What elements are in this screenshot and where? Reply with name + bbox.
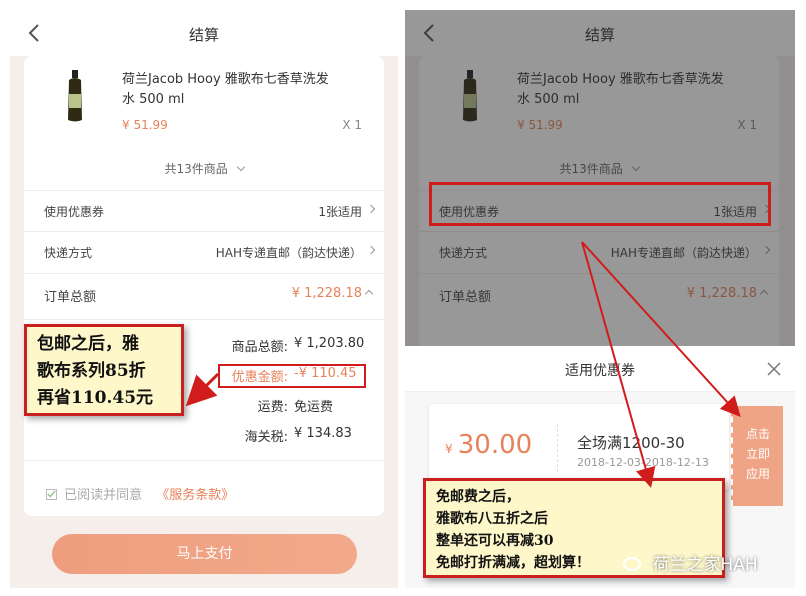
apply-coupon-button[interactable]: 点击 立即 应用 [731,406,783,506]
sheet-header: 适用优惠券 [405,346,795,392]
checkout-screen-right: 结算 荷兰Jacob Hooy 雅歌布七香草洗发水 500 ml ¥ 51.99… [405,10,795,588]
header-bar: 结算 [10,10,398,56]
coupon-amount: ¥ 30.00 [445,430,533,460]
items-summary-toggle[interactable]: 共13件商品 [24,160,384,177]
terms-link[interactable]: 《服务条款》 [156,488,234,503]
checkout-screen-left: 结算 荷兰Jacob Hooy 雅歌布七香草洗发水 500 ml ¥ 51.99… [10,10,398,588]
page-title: 结算 [188,26,219,44]
discount-highlight-box [218,364,366,388]
chevron-right-icon [366,204,376,214]
product-price: ¥ 51.99 [122,118,168,132]
product-image [64,70,86,122]
subtotal-value: ¥ 1,203.80 [294,336,365,351]
chevron-up-icon [364,289,374,299]
checkmark-icon [47,490,56,498]
product-name[interactable]: 荷兰Jacob Hooy 雅歌布七香草洗发水 500 ml [122,70,329,110]
chevron-down-icon [236,162,245,172]
customs-tax-value: ¥ 134.83 [294,426,352,441]
coupon-date-range: 2018-12-03-2018-12-13 [577,456,709,469]
coupon-name: 全场满1200-30 [577,434,685,452]
coupon-row[interactable]: 使用优惠券 1张适用 [24,190,384,230]
pay-now-button[interactable]: 马上支付 [52,534,357,574]
order-card: 荷兰Jacob Hooy 雅歌布七香草洗发水 500 ml ¥ 51.99 X … [24,56,384,516]
product-quantity: X 1 [342,118,362,132]
close-icon[interactable] [767,362,781,376]
sheet-title: 适用优惠券 [565,363,635,379]
terms-agreement: 已阅读并同意 《服务条款》 [46,484,234,503]
customs-tax-label: 海关税: [244,430,288,445]
order-total-value: ¥ 1,228.18 [291,286,362,301]
order-total-row[interactable]: 订单总额 ¥ 1,228.18 [24,273,384,319]
checkbox[interactable] [46,489,57,500]
shipping-value: HAH专递直邮（韵达快递） [215,246,362,260]
modal-overlay[interactable] [405,10,795,346]
shipping-fee-value: 免运费 [294,400,334,415]
terms-prefix: 已阅读并同意 [64,488,143,503]
shipping-label: 快递方式 [44,246,93,260]
coupon-row-highlight-box [429,182,771,226]
coupon-label: 使用优惠券 [44,205,105,219]
chevron-right-icon [366,245,376,255]
annotation-note-left: 包邮之后，雅 歌布系列85折 再省110.45元 [24,324,184,416]
shipping-row[interactable]: 快递方式 HAH专递直邮（韵达快递） [24,231,384,271]
coupon-value: 1张适用 [318,205,362,219]
wechat-icon [623,557,641,571]
order-total-label: 订单总额 [44,290,97,305]
watermark: 荷兰之家HAH [623,550,758,575]
